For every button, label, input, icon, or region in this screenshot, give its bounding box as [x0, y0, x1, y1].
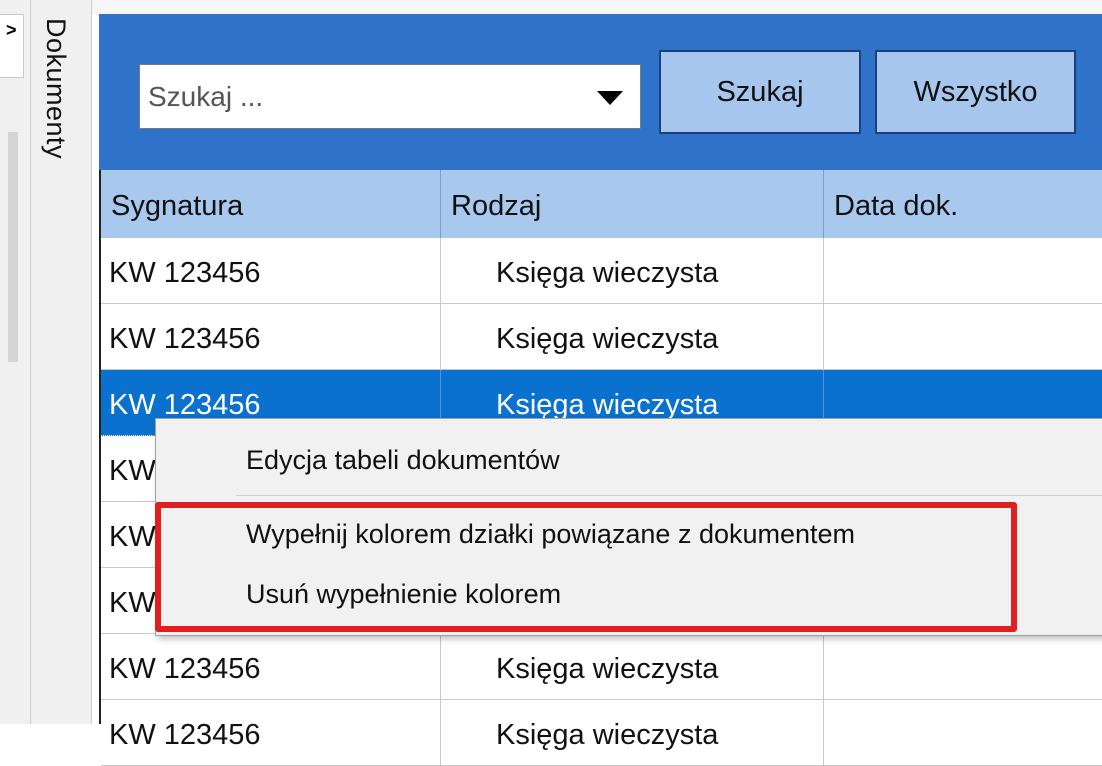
cell-sygnatura: KW 123456	[101, 238, 441, 303]
table-row[interactable]: KW 123456 Księga wieczysta	[101, 238, 1102, 304]
cell-sygnatura: KW 123456	[101, 634, 441, 699]
table-row[interactable]: KW 123456 Księga wieczysta	[101, 700, 1102, 766]
collapse-panel-button[interactable]: >	[0, 14, 24, 78]
search-input[interactable]	[140, 65, 580, 128]
menu-separator	[236, 495, 1102, 496]
cell-data-dok	[824, 238, 1102, 303]
show-all-button[interactable]: Wszystko	[875, 50, 1076, 134]
top-border	[92, 0, 1102, 14]
search-toolbar: Szukaj Wszystko	[99, 14, 1102, 170]
cell-rodzaj: Księga wieczysta	[441, 700, 824, 765]
cell-sygnatura: KW 123456	[101, 304, 441, 369]
cell-rodzaj: Księga wieczysta	[441, 634, 824, 699]
column-header-data-dok[interactable]: Data dok.	[824, 170, 1102, 238]
highlight-annotation	[155, 502, 1017, 632]
table-row[interactable]: KW 123456 Księga wieczysta	[101, 634, 1102, 700]
cell-sygnatura: KW 123456	[101, 700, 441, 765]
cell-data-dok	[824, 304, 1102, 369]
menu-item-edit-documents-table[interactable]: Edycja tabeli dokumentów	[156, 429, 1102, 491]
chevron-down-icon	[597, 91, 623, 105]
left-scrollbar[interactable]	[8, 132, 18, 362]
search-combobox[interactable]	[139, 64, 641, 129]
cell-rodzaj: Księga wieczysta	[441, 304, 824, 369]
column-header-rodzaj[interactable]: Rodzaj	[441, 170, 824, 238]
cell-rodzaj: Księga wieczysta	[441, 238, 824, 303]
left-panel-strip: >	[0, 0, 30, 724]
cell-data-dok	[824, 700, 1102, 765]
table-header: Sygnatura Rodzaj Data dok.	[101, 170, 1102, 238]
column-header-sygnatura[interactable]: Sygnatura	[101, 170, 441, 238]
cell-data-dok	[824, 634, 1102, 699]
table-row[interactable]: KW 123456 Księga wieczysta	[101, 304, 1102, 370]
tab-dokumenty-label: Dokumenty	[41, 18, 71, 160]
search-dropdown-button[interactable]	[580, 65, 640, 128]
search-button[interactable]: Szukaj	[659, 50, 861, 134]
